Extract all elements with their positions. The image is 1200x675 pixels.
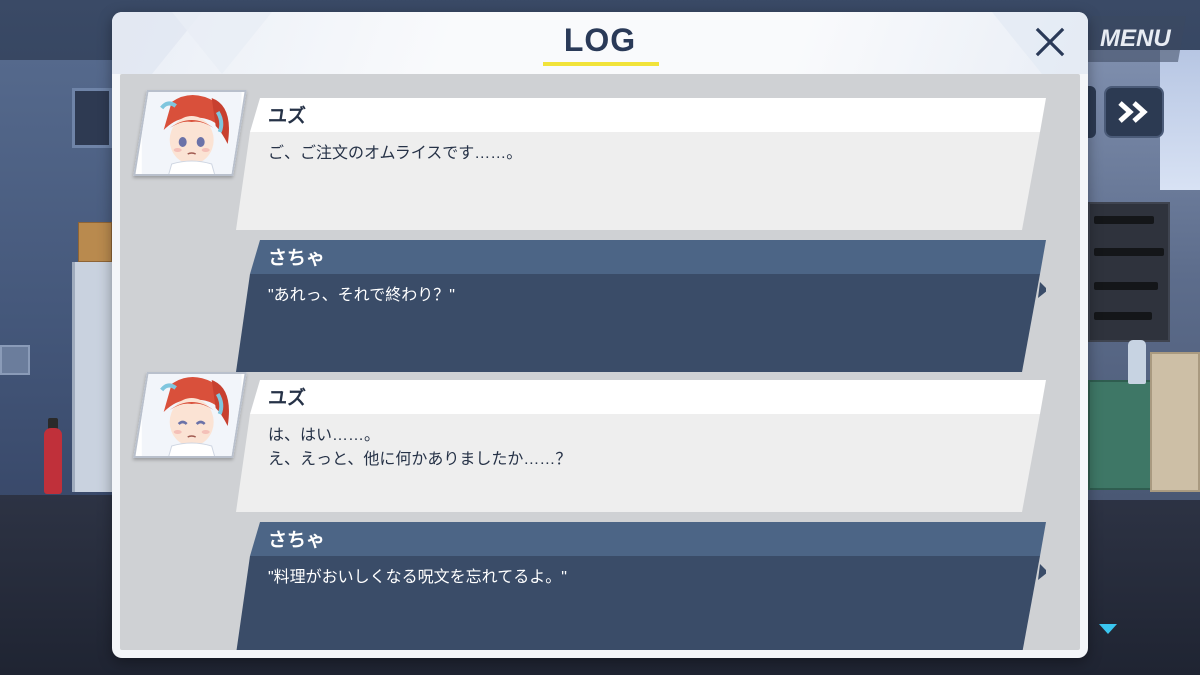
background-rifle [1094, 312, 1152, 320]
log-entry: ユズ ご、ご注文のオムライスです……。 [236, 98, 1046, 230]
background-window [72, 88, 112, 148]
log-entry: さちゃ "料理がおいしくなる呪文を忘れてるよ。" [236, 522, 1046, 650]
message-text: "料理がおいしくなる呪文を忘れてるよ。" [268, 569, 567, 586]
background-shelf [72, 262, 112, 492]
background-switch-panel [0, 345, 30, 375]
background-window-light [1160, 50, 1200, 190]
log-panel: LOG ユズ ご、ご注文のオムライスです……。 さちゃ "あれっ、それで終わり？… [112, 12, 1088, 658]
yuzu-portrait [141, 374, 242, 458]
page-title: LOG [563, 22, 637, 58]
log-entry: さちゃ "あれっ、それで終わり？" [236, 240, 1046, 372]
background-box [78, 222, 112, 262]
background-rifle [1094, 282, 1158, 290]
double-chevron-right-icon [1118, 101, 1148, 123]
message-text: は、はい……。 え、えっと、他に何かありましたか……？ [268, 427, 572, 468]
close-button[interactable] [1030, 22, 1070, 62]
background-crate [1150, 352, 1200, 492]
speaker-name: さちゃ [268, 530, 326, 551]
avatar [133, 90, 247, 176]
log-list[interactable]: ユズ ご、ご注文のオムライスです……。 さちゃ "あれっ、それで終わり？" ユズ… [120, 74, 1080, 650]
speaker-name: ユズ [268, 388, 307, 409]
title-underline [543, 62, 659, 66]
fire-extinguisher [44, 428, 62, 494]
skip-button[interactable] [1104, 86, 1164, 138]
triangle-down-icon[interactable] [1099, 624, 1117, 634]
log-entry: ユズ は、はい……。 え、えっと、他に何かありましたか……？ [236, 380, 1046, 512]
close-icon [1035, 27, 1065, 57]
speaker-name: ユズ [268, 106, 307, 127]
avatar [133, 372, 247, 458]
background-rifle [1094, 216, 1154, 224]
yuzu-portrait [141, 92, 242, 176]
background-cabinet [1088, 380, 1158, 490]
background-rifle [1094, 248, 1164, 256]
speaker-name: さちゃ [268, 248, 326, 269]
log-header: LOG [112, 12, 1088, 74]
message-text: ご、ご注文のオムライスです……。 [268, 145, 523, 162]
background-bottle [1128, 340, 1146, 384]
menu-button-label: MENU [1099, 25, 1171, 52]
menu-button[interactable]: MENU [1083, 16, 1187, 62]
message-text: "あれっ、それで終わり？" [268, 287, 455, 304]
